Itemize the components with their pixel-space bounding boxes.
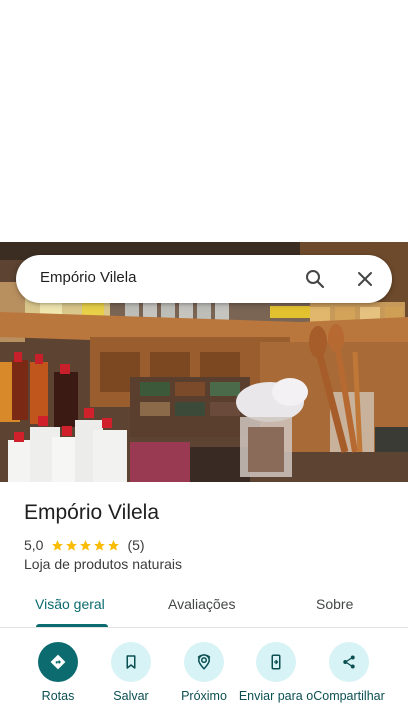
- directions-button[interactable]: Rotas: [18, 642, 98, 703]
- bookmark-icon[interactable]: [111, 642, 151, 682]
- save-button[interactable]: Salvar: [91, 642, 171, 703]
- place-name: Empório Vilela: [24, 501, 160, 524]
- star-icon: [66, 539, 78, 551]
- directions-label: Rotas: [41, 689, 75, 703]
- star-icon: [52, 539, 64, 551]
- rating-value: 5,0: [24, 537, 44, 553]
- send-to-phone-label: Enviar para o: [238, 689, 314, 703]
- star-rating: [51, 539, 121, 552]
- tab-about[interactable]: Sobre: [316, 596, 353, 612]
- rating-row[interactable]: 5,0 (5): [24, 536, 145, 554]
- map-area-blank: [0, 0, 408, 242]
- tab-overview[interactable]: Visão geral: [35, 596, 105, 612]
- nearby-button[interactable]: Próximo: [164, 642, 244, 703]
- send-to-phone-icon[interactable]: [256, 642, 296, 682]
- review-count[interactable]: (5): [127, 537, 144, 553]
- tab-reviews[interactable]: Avaliações: [168, 596, 235, 612]
- search-query-text[interactable]: Empório Vilela: [40, 269, 136, 286]
- active-tab-indicator: [36, 624, 108, 627]
- star-icon: [108, 539, 120, 551]
- nearby-icon[interactable]: [184, 642, 224, 682]
- directions-icon[interactable]: [38, 642, 78, 682]
- star-icon: [94, 539, 106, 551]
- share-label: Compartilhar: [313, 689, 385, 703]
- search-bar[interactable]: Empório Vilela: [16, 255, 392, 303]
- nearby-label: Próximo: [181, 689, 227, 703]
- tab-bar: Visão geral Avaliações Sobre: [0, 586, 408, 628]
- star-icon: [80, 539, 92, 551]
- search-icon[interactable]: [303, 267, 327, 291]
- share-button[interactable]: Compartilhar: [309, 642, 389, 703]
- send-to-phone-button[interactable]: Enviar para o: [236, 642, 316, 703]
- share-icon[interactable]: [329, 642, 369, 682]
- close-icon[interactable]: [353, 267, 377, 291]
- place-category: Loja de produtos naturais: [24, 556, 182, 572]
- save-label: Salvar: [113, 689, 149, 703]
